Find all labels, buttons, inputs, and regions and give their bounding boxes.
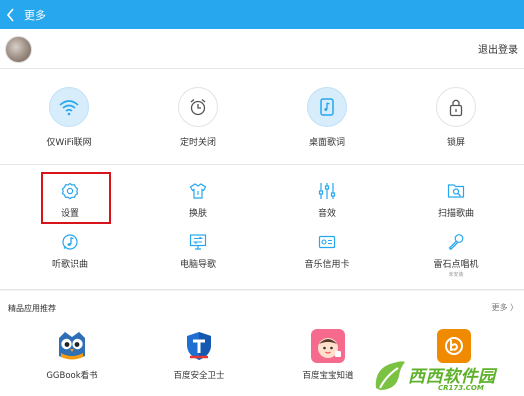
leaf-logo-icon	[375, 361, 405, 390]
app-baidu-security[interactable]: 百度安全卫士	[149, 329, 249, 381]
toggle-wifi-only[interactable]: 仅WiFi联网	[29, 87, 109, 148]
install-status: 未安装	[448, 272, 464, 278]
watermark: 西西软件园 CR173.COM	[372, 358, 524, 396]
grid-item-label: 音乐信用卡	[304, 260, 350, 270]
shield-app-icon	[182, 329, 216, 363]
app-ggbook[interactable]: GGBook看书	[22, 329, 122, 381]
avatar[interactable]	[5, 36, 32, 63]
title-bar: 更多	[0, 0, 524, 29]
grid-item-label: 换肤	[188, 209, 207, 219]
app-label: GGBook看书	[46, 371, 98, 381]
tshirt-icon	[153, 181, 243, 201]
computer-transfer-icon	[153, 232, 243, 252]
grid-item-label: 扫描歌曲	[437, 209, 474, 219]
grid-item-label: 听歌识曲	[51, 260, 88, 270]
scan-folder-icon	[411, 181, 501, 201]
owl-app-icon	[55, 329, 89, 363]
grid-item-scan-songs[interactable]: 扫描歌曲	[411, 181, 501, 219]
app-label: 百度安全卫士	[173, 371, 225, 381]
grid-item-leishi-jukebox[interactable]: 雷石点唱机 未安装	[411, 232, 501, 278]
app-baidu-baby[interactable]: 百度宝宝知道	[278, 329, 378, 381]
page-title: 更多	[24, 8, 46, 22]
desktop-lyrics-icon	[307, 87, 347, 127]
toggle-label: 定时关闭	[179, 138, 216, 148]
music-recognition-icon	[25, 232, 115, 252]
grid-item-pc-transfer[interactable]: 电脑导歌	[153, 232, 243, 270]
grid-item-label: 雷石点唱机	[433, 260, 479, 270]
grid-item-song-recognition[interactable]: 听歌识曲	[25, 232, 115, 270]
toggle-label: 仅WiFi联网	[46, 138, 92, 148]
toggle-desktop-lyrics[interactable]: 桌面歌词	[287, 87, 367, 148]
alarm-clock-icon	[178, 87, 218, 127]
more-label: 更多	[491, 303, 508, 312]
baby-app-icon	[311, 329, 345, 363]
chevron-right-icon: 〉	[510, 303, 518, 312]
toggle-sleep-timer[interactable]: 定时关闭	[158, 87, 238, 148]
microphone-icon	[411, 232, 501, 252]
wifi-icon	[49, 87, 89, 127]
logout-button[interactable]: 退出登录	[478, 41, 518, 56]
toggle-lock-screen[interactable]: 锁屏	[416, 87, 496, 148]
quick-toggles: 仅WiFi联网 定时关闭 桌面歌词 锁屏	[0, 69, 524, 165]
app-label: 百度宝宝知道	[302, 371, 354, 381]
credit-card-icon	[282, 232, 372, 252]
chevron-left-icon	[6, 7, 14, 22]
user-bar: 退出登录	[0, 29, 524, 69]
toggle-label: 锁屏	[446, 138, 465, 148]
grid-item-label: 电脑导歌	[179, 260, 216, 270]
toggle-label: 桌面歌词	[308, 138, 345, 148]
equalizer-icon	[282, 181, 372, 201]
grid-item-skin[interactable]: 换肤	[153, 181, 243, 219]
more-link[interactable]: 更多 〉	[491, 302, 518, 313]
grid-item-music-credit-card[interactable]: 音乐信用卡	[282, 232, 372, 270]
lock-icon	[436, 87, 476, 127]
grid-item-label: 音效	[317, 209, 336, 219]
section-title: 精品应用推荐	[8, 304, 56, 313]
settings-highlight-box	[41, 172, 111, 224]
grid-item-sound-effects[interactable]: 音效	[282, 181, 372, 219]
back-button[interactable]	[0, 0, 22, 29]
